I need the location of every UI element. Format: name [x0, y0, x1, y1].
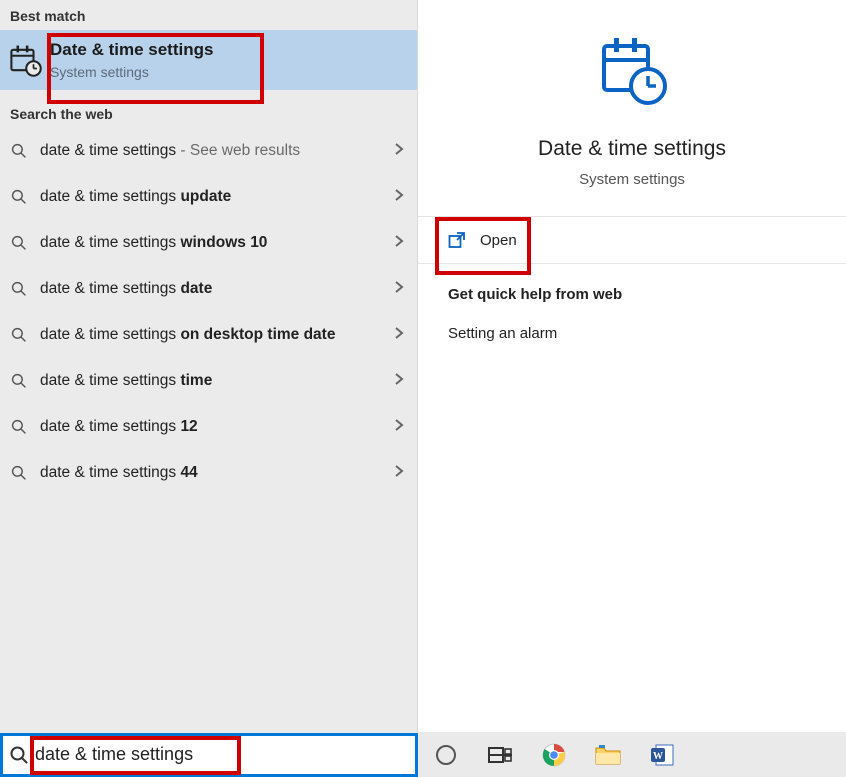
web-result-item[interactable]: date & time settings - See web results	[0, 128, 417, 174]
web-result-item[interactable]: date & time settings on desktop time dat…	[0, 312, 417, 358]
open-button[interactable]: Open	[418, 217, 846, 264]
search-icon	[8, 281, 30, 297]
taskbar-search-box[interactable]	[0, 733, 418, 777]
best-match-title: Date & time settings	[50, 40, 213, 60]
web-result-item[interactable]: date & time settings update	[0, 174, 417, 220]
web-result-text: date & time settings on desktop time dat…	[40, 324, 393, 346]
web-result-text: date & time settings - See web results	[40, 140, 393, 162]
calendar-clock-icon	[6, 41, 44, 79]
search-web-label: Search the web	[0, 98, 417, 128]
quick-help-heading: Get quick help from web	[448, 286, 822, 303]
preview-title: Date & time settings	[538, 137, 726, 161]
chevron-right-icon	[393, 326, 405, 345]
search-icon	[8, 189, 30, 205]
web-result-item[interactable]: date & time settings 44	[0, 450, 417, 496]
chevron-right-icon	[393, 464, 405, 483]
web-results-list: date & time settings - See web results d…	[0, 128, 417, 496]
task-view-icon[interactable]	[486, 741, 514, 769]
cortana-icon[interactable]	[432, 741, 460, 769]
web-result-text: date & time settings 44	[40, 462, 393, 484]
search-icon	[8, 235, 30, 251]
open-external-icon	[448, 231, 466, 249]
best-match-item[interactable]: Date & time settings System settings	[0, 30, 417, 90]
taskbar-icons: W	[432, 741, 676, 769]
web-result-item[interactable]: date & time settings time	[0, 358, 417, 404]
open-label: Open	[480, 232, 517, 249]
preview-panel: Date & time settings System settings Ope…	[418, 0, 846, 732]
taskbar: W	[0, 732, 846, 777]
preview-header: Date & time settings System settings	[418, 0, 846, 217]
search-icon	[8, 373, 30, 389]
web-result-item[interactable]: date & time settings windows 10	[0, 220, 417, 266]
svg-text:W: W	[653, 751, 663, 762]
file-explorer-icon[interactable]	[594, 741, 622, 769]
help-link-alarm[interactable]: Setting an alarm	[448, 325, 822, 342]
best-match-label: Best match	[0, 0, 417, 30]
calendar-clock-icon	[592, 30, 672, 115]
quick-help-section: Get quick help from web Setting an alarm	[418, 264, 846, 342]
chrome-icon[interactable]	[540, 741, 568, 769]
chevron-right-icon	[393, 188, 405, 207]
chevron-right-icon	[393, 142, 405, 161]
web-result-text: date & time settings time	[40, 370, 393, 392]
best-match-subtitle: System settings	[50, 64, 213, 80]
web-result-text: date & time settings 12	[40, 416, 393, 438]
search-input[interactable]	[35, 744, 415, 765]
search-results-panel: Best match Date & time settings System s…	[0, 0, 418, 732]
chevron-right-icon	[393, 280, 405, 299]
word-icon[interactable]: W	[648, 741, 676, 769]
search-icon	[8, 327, 30, 343]
web-result-text: date & time settings windows 10	[40, 232, 393, 254]
chevron-right-icon	[393, 234, 405, 253]
search-icon	[8, 143, 30, 159]
search-icon	[8, 419, 30, 435]
web-result-text: date & time settings date	[40, 278, 393, 300]
best-match-text: Date & time settings System settings	[50, 40, 213, 80]
preview-subtitle: System settings	[579, 171, 685, 188]
chevron-right-icon	[393, 372, 405, 391]
search-icon	[8, 465, 30, 481]
chevron-right-icon	[393, 418, 405, 437]
web-result-item[interactable]: date & time settings 12	[0, 404, 417, 450]
web-result-text: date & time settings update	[40, 186, 393, 208]
search-icon	[9, 745, 29, 765]
web-result-item[interactable]: date & time settings date	[0, 266, 417, 312]
